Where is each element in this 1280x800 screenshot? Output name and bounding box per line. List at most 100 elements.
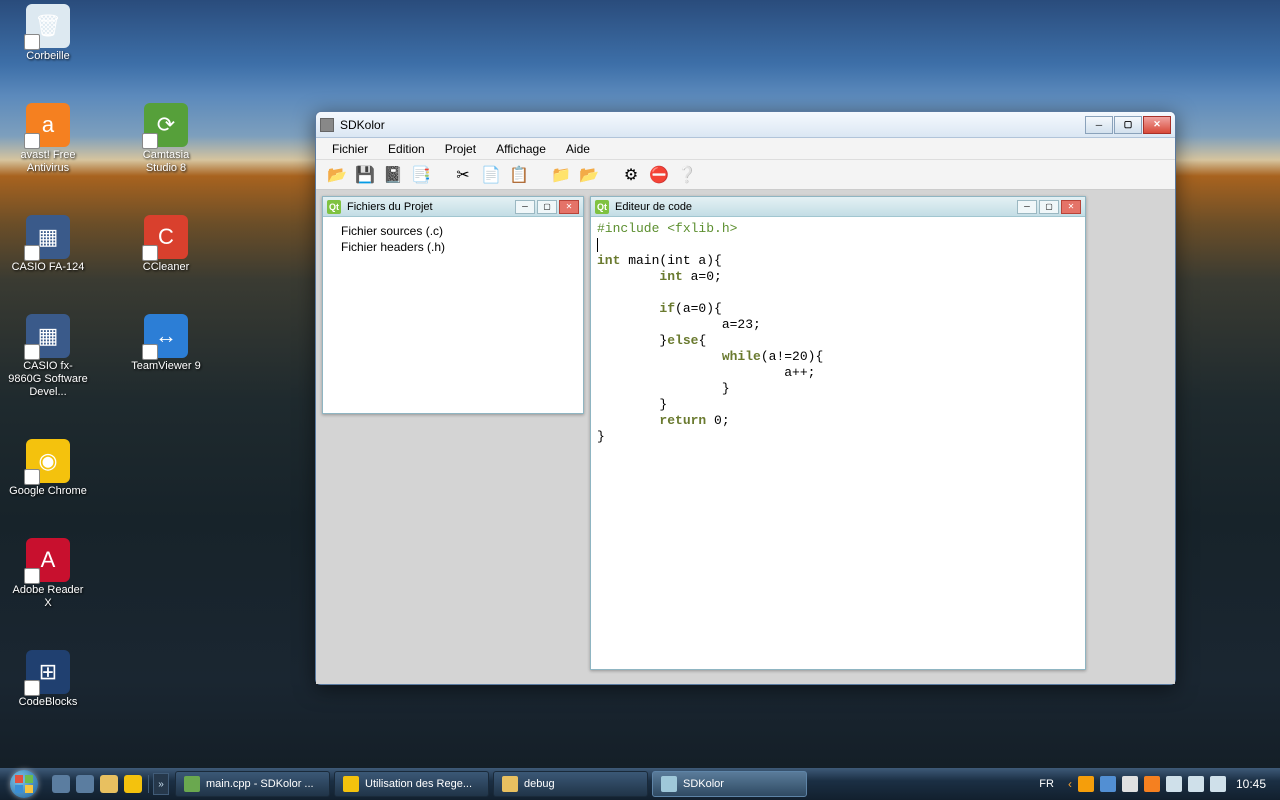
language-indicator[interactable]: FR xyxy=(1039,778,1054,790)
desktop-icon-ccleaner[interactable]: CCCleaner xyxy=(126,215,206,274)
project-panel: Qt Fichiers du Projet ─ ▢ ✕ Fichier sour… xyxy=(322,196,584,414)
casio-fx-sdk-icon: ▦ xyxy=(26,314,70,358)
quicklaunch-explorer[interactable] xyxy=(100,775,118,793)
task-chrome-regex[interactable]: Utilisation des Rege... xyxy=(334,771,489,797)
save-button[interactable]: 💾 xyxy=(354,164,376,186)
open-button[interactable]: 📂 xyxy=(326,164,348,186)
titlebar[interactable]: SDKolor ─ ▢ ✕ xyxy=(316,112,1175,138)
task-label: main.cpp - SDKolor ... xyxy=(206,778,314,790)
tray-updates-icon[interactable] xyxy=(1078,776,1094,792)
desktop-icon-label: Google Chrome xyxy=(9,485,87,498)
editor-panel: Qt Editeur de code ─ ▢ ✕ #include <fxlib… xyxy=(590,196,1086,670)
camtasia-icon: ⟳ xyxy=(144,103,188,147)
quicklaunch-switch[interactable] xyxy=(76,775,94,793)
desktop-icon-corbeille[interactable]: 🗑 Corbeille xyxy=(8,4,88,63)
quicklaunch-chrome[interactable] xyxy=(124,775,142,793)
mdi-area: Qt Fichiers du Projet ─ ▢ ✕ Fichier sour… xyxy=(316,190,1175,684)
task-icon xyxy=(502,776,518,792)
desktop-icon-adobe-reader[interactable]: AAdobe Reader X xyxy=(8,538,88,610)
menu-fichier[interactable]: Fichier xyxy=(324,139,376,159)
tray-action-icon[interactable] xyxy=(1122,776,1138,792)
menu-aide[interactable]: Aide xyxy=(558,139,598,159)
desktop-icon-label: CCleaner xyxy=(143,261,189,274)
task-sdkolor[interactable]: SDKolor xyxy=(652,771,807,797)
task-explorer-debug[interactable]: debug xyxy=(493,771,648,797)
desktop-icon-teamviewer[interactable]: ↔ TeamViewer 9 xyxy=(126,314,206,399)
tray-network-icon[interactable] xyxy=(1166,776,1182,792)
desktop-icon-label: Adobe Reader X xyxy=(8,584,88,610)
windows-logo-icon xyxy=(10,770,38,798)
toolbar: 📂 💾 📓 📑 ✂ 📄 📋 📁 📂 ⚙ ⛔ ❔ xyxy=(316,160,1175,190)
start-button[interactable] xyxy=(0,768,48,800)
window-title: SDKolor xyxy=(340,118,1084,132)
tree-item[interactable]: Fichier headers (.h) xyxy=(331,239,575,255)
menu-projet[interactable]: Projet xyxy=(437,139,484,159)
tree-item[interactable]: Fichier sources (.c) xyxy=(331,223,575,239)
panel-close-button[interactable]: ✕ xyxy=(1061,200,1081,214)
save-icon: 💾 xyxy=(355,165,375,185)
taskbar: » main.cpp - SDKolor ... Utilisation des … xyxy=(0,768,1280,800)
paste-button[interactable]: 📋 xyxy=(508,164,530,186)
desktop-icon-casio-fx-sdk[interactable]: ▦CASIO fx-9860G Software Devel... xyxy=(8,314,88,399)
casio-fa124-icon: ▦ xyxy=(26,215,70,259)
settings-button[interactable]: ⚙ xyxy=(620,164,642,186)
codeblocks-icon: ⊞ xyxy=(26,650,70,694)
desktop-icon-chrome[interactable]: ◉ Google Chrome xyxy=(8,439,88,498)
open-icon: 📂 xyxy=(327,165,347,185)
open-folder-icon: 📂 xyxy=(579,165,599,185)
tray-battery-icon[interactable] xyxy=(1188,776,1204,792)
copy-doc-button[interactable]: 📑 xyxy=(410,164,432,186)
menubar: FichierEditionProjetAffichageAide xyxy=(316,138,1175,160)
stop-button[interactable]: ⛔ xyxy=(648,164,670,186)
task-icon xyxy=(184,776,200,792)
copy-button[interactable]: 📄 xyxy=(480,164,502,186)
code-editor[interactable]: #include <fxlib.h>int main(int a){ int a… xyxy=(591,217,1085,669)
task-sdkolor-ide[interactable]: main.cpp - SDKolor ... xyxy=(175,771,330,797)
help-icon: ❔ xyxy=(677,165,697,185)
qt-icon: Qt xyxy=(595,200,609,214)
chrome-icon: ◉ xyxy=(26,439,70,483)
maximize-button[interactable]: ▢ xyxy=(1114,116,1142,134)
panel-close-button[interactable]: ✕ xyxy=(559,200,579,214)
new-folder-icon: 📁 xyxy=(551,165,571,185)
paste-icon: 📋 xyxy=(509,165,529,185)
tray-chevron-icon[interactable]: ‹ xyxy=(1068,777,1072,791)
copy-icon: 📄 xyxy=(481,165,501,185)
desktop-icon-camtasia[interactable]: ⟳Camtasia Studio 8 xyxy=(126,103,206,175)
desktop-icon-avast[interactable]: aavast! Free Antivirus xyxy=(8,103,88,175)
clock[interactable]: 10:45 xyxy=(1236,777,1266,791)
tray-volume-icon[interactable] xyxy=(1210,776,1226,792)
project-tree[interactable]: Fichier sources (.c)Fichier headers (.h) xyxy=(323,217,583,261)
desktop-icon-label: Camtasia Studio 8 xyxy=(126,149,206,175)
quicklaunch-overflow[interactable]: » xyxy=(153,773,169,795)
menu-affichage[interactable]: Affichage xyxy=(488,139,554,159)
corbeille-icon: 🗑 xyxy=(26,4,70,48)
open-folder-button[interactable]: 📂 xyxy=(578,164,600,186)
new-folder-button[interactable]: 📁 xyxy=(550,164,572,186)
desktop-icon-label: TeamViewer 9 xyxy=(131,360,201,373)
tray-avast-tray-icon[interactable] xyxy=(1144,776,1160,792)
panel-minimize-button[interactable]: ─ xyxy=(1017,200,1037,214)
stop-icon: ⛔ xyxy=(649,165,669,185)
panel-minimize-button[interactable]: ─ xyxy=(515,200,535,214)
panel-maximize-button[interactable]: ▢ xyxy=(537,200,557,214)
save-all-button[interactable]: 📓 xyxy=(382,164,404,186)
help-button[interactable]: ❔ xyxy=(676,164,698,186)
desktop-icon-casio-fa124[interactable]: ▦CASIO FA-124 xyxy=(8,215,88,274)
desktop-icon-label: Corbeille xyxy=(26,50,69,63)
task-icon xyxy=(343,776,359,792)
cut-button[interactable]: ✂ xyxy=(452,164,474,186)
task-label: Utilisation des Rege... xyxy=(365,778,472,790)
panel-maximize-button[interactable]: ▢ xyxy=(1039,200,1059,214)
quicklaunch-show-desktop[interactable] xyxy=(52,775,70,793)
menu-edition[interactable]: Edition xyxy=(380,139,433,159)
tray-bluetooth-icon[interactable] xyxy=(1100,776,1116,792)
adobe-reader-icon: A xyxy=(26,538,70,582)
task-icon xyxy=(661,776,677,792)
teamviewer-icon: ↔ xyxy=(144,314,188,358)
copy-doc-icon: 📑 xyxy=(411,165,431,185)
minimize-button[interactable]: ─ xyxy=(1085,116,1113,134)
desktop-icon-codeblocks[interactable]: ⊞CodeBlocks xyxy=(8,650,88,709)
close-button[interactable]: ✕ xyxy=(1143,116,1171,134)
cut-icon: ✂ xyxy=(456,165,469,185)
